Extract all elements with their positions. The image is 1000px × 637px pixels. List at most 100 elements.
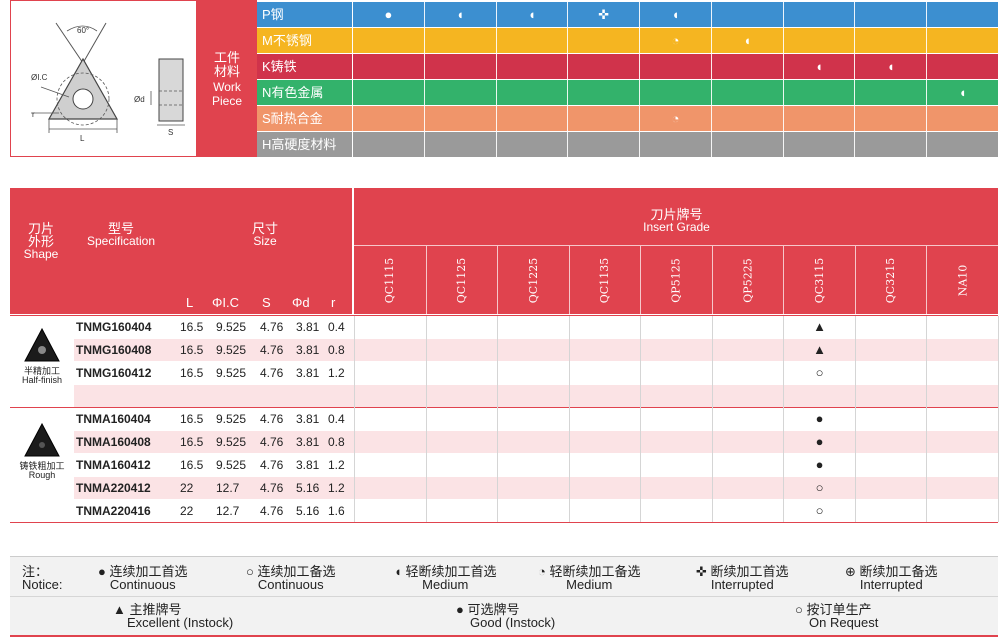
dim-cell-ic: 9.525 [216, 458, 247, 472]
spec-cell: TNMA160408 [76, 435, 151, 449]
legend-en: Good (Instock) [470, 615, 556, 630]
work-cn1: 工件 [213, 49, 240, 65]
material-name: N有色金属 [257, 80, 353, 105]
grade-mark-cell [425, 316, 498, 338]
spec-cell: TNMA160404 [76, 412, 151, 426]
grade-mark-cell [854, 477, 927, 499]
grade-mark-cell [497, 362, 569, 384]
material-grade-cell [497, 54, 569, 79]
grade-mark-cell [711, 431, 784, 453]
grade-mark-cell [854, 454, 927, 476]
dim-cell-L: 22 [180, 481, 194, 495]
material-grade-cell [855, 132, 928, 157]
grade-mark-cell [711, 339, 784, 361]
grade-mark-cell [640, 454, 712, 476]
table-row: TNMG160404 16.5 9.525 4.76 3.81 0.4 ▲ [74, 316, 998, 338]
legend-item: ✜ 断续加工首选 Interrupted [696, 565, 789, 591]
material-name: K铸铁 [257, 54, 353, 79]
legend-en: Medium [566, 577, 613, 592]
grid-line [640, 316, 642, 522]
legend-symbol-icon: ◖ [394, 564, 402, 579]
notice-label: 注： Notice: [22, 564, 63, 592]
material-grade-cell: ● [353, 2, 425, 27]
material-row: N有色金属 ◖ [257, 80, 998, 106]
material-grade-cell [425, 132, 497, 157]
work-en1: Work [213, 79, 241, 94]
grade-mark-cell [568, 408, 641, 430]
grade-name: QC3115 [813, 257, 827, 303]
material-name: P钢 [257, 2, 353, 27]
dim-cell-L: 16.5 [180, 458, 204, 472]
material-name: M不锈钢 [257, 28, 353, 53]
grade-mark-cell [568, 500, 641, 522]
grade-column-header: QC3115 [783, 246, 855, 314]
notice-row-1: 注： Notice: ● 连续加工首选 Continuous ○ 连续加工备选 Cont… [10, 557, 998, 597]
material-grade-cell [927, 132, 998, 157]
grade-mark-cell [497, 500, 569, 522]
dim-cell-r: 0.8 [328, 343, 345, 357]
spec-cell: TNMA220416 [76, 504, 151, 518]
grade-mark-cell [926, 408, 998, 430]
table-row: TNMA220412 22 12.7 4.76 5.16 1.2 ○ [74, 477, 998, 499]
legend-item: ● 连续加工首选 Continuous [98, 565, 188, 591]
spec-cell: TNMG160404 [76, 320, 152, 334]
grade-name: NA10 [956, 264, 970, 296]
grade-mark-cell [854, 431, 927, 453]
dim-S: S [262, 295, 271, 310]
grade-column-header: NA10 [926, 246, 998, 314]
S-label: S [168, 128, 173, 137]
grade-column-header: QC1125 [425, 246, 498, 314]
material-grade-cell: ◔ [640, 106, 712, 131]
legend-symbol-icon: ○ [246, 564, 254, 579]
grade-mark-cell [568, 431, 641, 453]
legend-symbol-icon: ● [98, 564, 106, 579]
material-grade-cell [855, 2, 928, 27]
grade-mark-cell [711, 500, 784, 522]
dim-cell-ic: 9.525 [216, 435, 247, 449]
material-grade-cell [568, 28, 641, 53]
material-grade-cell [568, 106, 641, 131]
triangle-insert-drawing: 60° ØI.C r L Ød S [31, 22, 185, 143]
material-grade-cell [640, 132, 712, 157]
dim-cell-S: 4.76 [260, 504, 284, 518]
legend-item: ⊕ 断续加工备选 Interrupted [845, 565, 938, 591]
grade-column-header: QC1225 [497, 246, 569, 314]
legend-item: ◖ 轻断续加工首选 Medium [394, 565, 497, 591]
legend-symbol-icon: ◔ [538, 564, 546, 579]
grade-mark-cell [497, 454, 569, 476]
grade-mark-cell: ▲ [783, 316, 855, 338]
grade-mark-cell: ○ [783, 477, 855, 499]
material-grade-cell [927, 106, 998, 131]
dim-cell-S: 4.76 [260, 320, 284, 334]
dim-r: r [331, 295, 336, 310]
legend-item: ○ 连续加工备选 Continuous [246, 565, 336, 591]
grade-mark-cell: ● [783, 408, 855, 430]
material-grade-cell [353, 54, 425, 79]
dim-cell-S: 4.76 [260, 435, 284, 449]
table-row: TNMA160408 16.5 9.525 4.76 3.81 0.8 ● [74, 431, 998, 453]
legend-item: ◔ 轻断续加工备选 Medium [538, 565, 641, 591]
material-name: S耐热合金 [257, 106, 353, 131]
grade-mark-cell [425, 408, 498, 430]
dim-cell-L: 16.5 [180, 412, 204, 426]
legend-en: Interrupted [859, 577, 923, 592]
grade-mark-cell [497, 339, 569, 361]
grade-mark-cell [568, 362, 641, 384]
material-grade-cell [784, 2, 856, 27]
dim-cell-S: 4.76 [260, 458, 284, 472]
dim-cell-ic: 9.525 [216, 412, 247, 426]
grid-line [998, 316, 999, 522]
grade-mark-cell [425, 500, 498, 522]
material-row: P钢 ● ◖ ◖ ✜ ◖ [257, 2, 998, 28]
material-grade-cell [497, 80, 569, 105]
dim-cell-r: 0.8 [328, 435, 345, 449]
table-row: TNMA220416 22 12.7 4.76 5.16 1.6 ○ [74, 500, 998, 522]
ic-label: ØI.C [31, 73, 48, 82]
grid-line [711, 316, 713, 522]
legend-en: Interrupted [710, 577, 774, 592]
dim-d: Φd [292, 295, 310, 310]
material-grade-cell: ✜ [568, 2, 641, 27]
dim-cell-L: 22 [180, 504, 194, 518]
dim-cell-S: 4.76 [260, 366, 284, 380]
insert-shape: 铸铁粗加工 Rough [10, 420, 74, 480]
